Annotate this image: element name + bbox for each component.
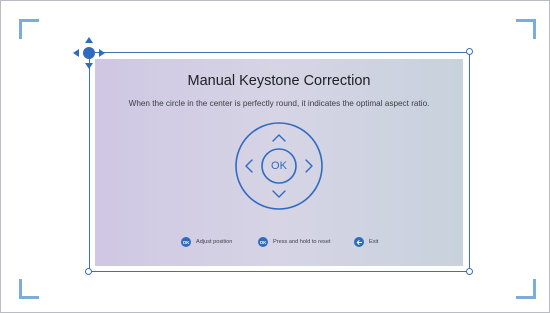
corner-bracket-top-right xyxy=(516,19,536,39)
corner-handle-bottom-right[interactable] xyxy=(466,268,473,275)
right-arrow-icon[interactable] xyxy=(302,156,316,176)
dialog-title: Manual Keystone Correction xyxy=(187,73,371,89)
legend-label: Press and hold to reset xyxy=(273,239,331,245)
projector-screen: Manual Keystone Correction When the circ… xyxy=(0,0,550,313)
legend-label: Exit xyxy=(369,239,379,245)
move-handle-icon[interactable] xyxy=(71,35,107,71)
ok-icon: OK xyxy=(181,237,191,247)
ok-icon: OK xyxy=(258,237,268,247)
legend-item-adjust: OK Adjust position xyxy=(181,237,232,247)
down-arrow-icon[interactable] xyxy=(269,187,289,201)
up-arrow-icon[interactable] xyxy=(269,131,289,145)
legend-label: Adjust position xyxy=(196,239,233,245)
corner-bracket-top-left xyxy=(19,19,39,39)
corner-handle-bottom-left[interactable] xyxy=(85,268,92,275)
keystone-dialog: Manual Keystone Correction When the circ… xyxy=(95,59,463,266)
ok-label: OK xyxy=(271,160,287,172)
left-arrow-icon[interactable] xyxy=(242,156,256,176)
corner-handle-top-right[interactable] xyxy=(466,48,473,55)
dialog-description: When the circle in the center is perfect… xyxy=(128,99,430,108)
legend-item-exit: Exit xyxy=(354,237,378,247)
corner-bracket-bottom-left xyxy=(19,279,39,299)
back-arrow-icon xyxy=(354,237,364,247)
ok-button[interactable]: OK xyxy=(262,149,296,183)
corner-bracket-bottom-right xyxy=(516,279,536,299)
direction-pad: OK xyxy=(234,121,324,211)
legend-item-reset: OK Press and hold to reset xyxy=(258,237,331,247)
